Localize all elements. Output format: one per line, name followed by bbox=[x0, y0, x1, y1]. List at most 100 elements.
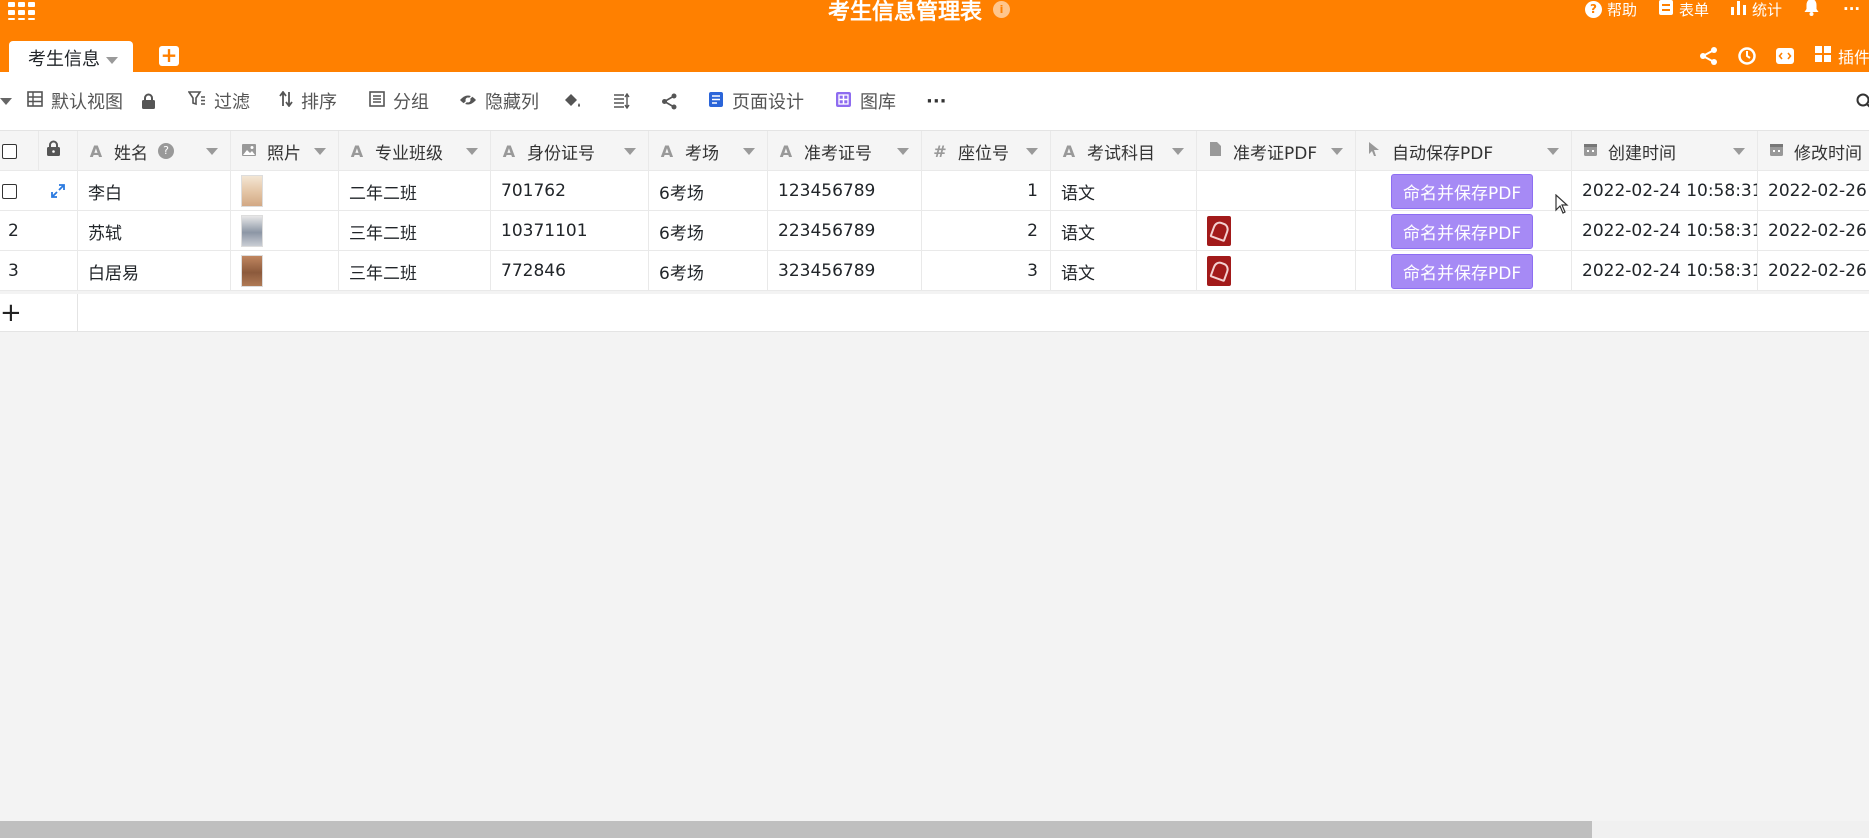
save-pdf-button[interactable]: 命名并保存PDF bbox=[1391, 213, 1534, 249]
lock-icon[interactable] bbox=[141, 89, 156, 113]
save-pdf-button[interactable]: 命名并保存PDF bbox=[1391, 253, 1534, 289]
cell-ticket[interactable]: 223456789 bbox=[768, 211, 922, 251]
column-menu-caret-icon[interactable] bbox=[314, 148, 326, 155]
share-icon[interactable] bbox=[1699, 46, 1719, 66]
photo-thumbnail[interactable] bbox=[241, 175, 263, 207]
table-row[interactable]: 3 白居易 三年二班 772846 6考场 323456789 3 语文 命名并… bbox=[0, 251, 1869, 291]
cell-subject[interactable]: 语文 bbox=[1051, 211, 1197, 251]
column-menu-caret-icon[interactable] bbox=[1172, 148, 1184, 155]
code-icon[interactable] bbox=[1775, 46, 1795, 66]
column-menu-caret-icon[interactable] bbox=[897, 148, 909, 155]
cell-id[interactable]: 701762 bbox=[491, 171, 649, 211]
cell-name[interactable]: 白居易 bbox=[78, 251, 231, 291]
cell-photo[interactable] bbox=[231, 211, 339, 251]
cell-ticket[interactable]: 123456789 bbox=[768, 171, 922, 211]
cell-name[interactable]: 苏轼 bbox=[78, 211, 231, 251]
share-view-icon[interactable] bbox=[661, 89, 678, 113]
column-menu-caret-icon[interactable] bbox=[1547, 148, 1559, 155]
row-color-icon[interactable] bbox=[563, 89, 582, 113]
cell-ticket[interactable]: 323456789 bbox=[768, 251, 922, 291]
column-menu-caret-icon[interactable] bbox=[1331, 148, 1343, 155]
column-header-id[interactable]: A 身份证号 bbox=[491, 131, 649, 171]
column-menu-caret-icon[interactable] bbox=[206, 148, 218, 155]
cell-seat[interactable]: 2 bbox=[922, 211, 1051, 251]
search-icon[interactable] bbox=[1856, 89, 1869, 113]
select-all-checkbox[interactable] bbox=[2, 143, 17, 159]
cell-created[interactable]: 2022-02-24 10:58:31 bbox=[1572, 251, 1758, 291]
gallery-button[interactable]: 图库 bbox=[835, 89, 896, 113]
form-button[interactable]: 表单 bbox=[1658, 0, 1709, 19]
cell-modified[interactable]: 2022-02-26 1 bbox=[1758, 171, 1869, 211]
cell-class[interactable]: 三年二班 bbox=[339, 211, 491, 251]
lock-column-cell[interactable] bbox=[39, 131, 78, 171]
row-height-icon[interactable] bbox=[613, 89, 630, 113]
cell-seat[interactable]: 3 bbox=[922, 251, 1051, 291]
column-header-subject[interactable]: A 考试科目 bbox=[1051, 131, 1197, 171]
cell-id[interactable]: 772846 bbox=[491, 251, 649, 291]
horizontal-scrollbar[interactable] bbox=[0, 821, 1869, 838]
notifications-button[interactable] bbox=[1803, 0, 1825, 18]
more-button[interactable]: ··· bbox=[1843, 0, 1860, 18]
column-header-name[interactable]: A 姓名 ? bbox=[78, 131, 231, 171]
cell-pdf[interactable] bbox=[1197, 171, 1356, 211]
column-header-class[interactable]: A 专业班级 bbox=[339, 131, 491, 171]
column-menu-caret-icon[interactable] bbox=[466, 148, 478, 155]
column-header-seat[interactable]: # 座位号 bbox=[922, 131, 1051, 171]
column-menu-caret-icon[interactable] bbox=[1733, 148, 1745, 155]
column-header-modified[interactable]: 修改时间 bbox=[1758, 131, 1869, 171]
cell-id[interactable]: 10371101 bbox=[491, 211, 649, 251]
toolbar-more-button[interactable]: ··· bbox=[926, 89, 947, 113]
column-header-autosave[interactable]: 自动保存PDF bbox=[1356, 131, 1572, 171]
add-tab-button[interactable]: + bbox=[159, 45, 179, 66]
column-menu-caret-icon[interactable] bbox=[743, 148, 755, 155]
hide-columns-button[interactable]: 隐藏列 bbox=[459, 89, 539, 113]
column-menu-caret-icon[interactable] bbox=[1026, 148, 1038, 155]
help-button[interactable]: ? 帮助 bbox=[1585, 0, 1637, 19]
pdf-file-icon[interactable] bbox=[1207, 256, 1231, 286]
collapse-caret-icon[interactable] bbox=[0, 89, 12, 113]
plugins-button[interactable]: 插件 bbox=[1814, 45, 1869, 67]
tab-caret-icon[interactable] bbox=[106, 56, 118, 64]
column-header-ticket[interactable]: A 准考证号 bbox=[768, 131, 922, 171]
save-pdf-button[interactable]: 命名并保存PDF bbox=[1391, 173, 1534, 209]
photo-thumbnail[interactable] bbox=[241, 255, 263, 287]
history-icon[interactable] bbox=[1737, 46, 1757, 66]
photo-thumbnail[interactable] bbox=[241, 215, 263, 247]
cell-modified[interactable]: 2022-02-26 1 bbox=[1758, 211, 1869, 251]
view-selector[interactable]: 默认视图 bbox=[27, 89, 123, 113]
stats-button[interactable]: 统计 bbox=[1730, 0, 1782, 19]
column-menu-caret-icon[interactable] bbox=[624, 148, 636, 155]
cell-pdf[interactable] bbox=[1197, 251, 1356, 291]
scrollbar-thumb[interactable] bbox=[0, 821, 1592, 838]
filter-button[interactable]: 过滤 bbox=[187, 89, 250, 113]
column-header-photo[interactable]: 照片 bbox=[231, 131, 339, 171]
cell-subject[interactable]: 语文 bbox=[1051, 251, 1197, 291]
cell-subject[interactable]: 语文 bbox=[1051, 171, 1197, 211]
cell-created[interactable]: 2022-02-24 10:58:31 bbox=[1572, 211, 1758, 251]
group-button[interactable]: 分组 bbox=[369, 89, 429, 113]
sort-button[interactable]: 排序 bbox=[279, 89, 337, 113]
cell-seat[interactable]: 1 bbox=[922, 171, 1051, 211]
cell-room[interactable]: 6考场 bbox=[649, 211, 768, 251]
cell-modified[interactable]: 2022-02-26 1 bbox=[1758, 251, 1869, 291]
column-header-pdf[interactable]: 准考证PDF bbox=[1197, 131, 1356, 171]
cell-name[interactable]: 李白 bbox=[78, 171, 231, 211]
page-design-button[interactable]: 页面设计 bbox=[708, 89, 804, 113]
apps-grid-icon[interactable] bbox=[8, 0, 36, 20]
expand-row-icon[interactable] bbox=[39, 171, 78, 211]
column-header-room[interactable]: A 考场 bbox=[649, 131, 768, 171]
info-icon[interactable]: i bbox=[993, 1, 1010, 18]
cell-photo[interactable] bbox=[231, 251, 339, 291]
row-checkbox[interactable] bbox=[2, 183, 17, 199]
cell-room[interactable]: 6考场 bbox=[649, 251, 768, 291]
table-row[interactable]: 2 苏轼 三年二班 10371101 6考场 223456789 2 语文 命名… bbox=[0, 211, 1869, 251]
cell-class[interactable]: 三年二班 bbox=[339, 251, 491, 291]
help-circle-icon[interactable]: ? bbox=[158, 143, 174, 159]
cell-created[interactable]: 2022-02-24 10:58:31 bbox=[1572, 171, 1758, 211]
cell-room[interactable]: 6考场 bbox=[649, 171, 768, 211]
table-row[interactable]: 李白 二年二班 701762 6考场 123456789 1 语文 命名并保存P… bbox=[0, 171, 1869, 211]
add-row-button[interactable]: + bbox=[0, 298, 22, 328]
tab-exam-info[interactable]: 考生信息 bbox=[9, 41, 133, 72]
cell-photo[interactable] bbox=[231, 171, 339, 211]
column-header-created[interactable]: 创建时间 bbox=[1572, 131, 1758, 171]
